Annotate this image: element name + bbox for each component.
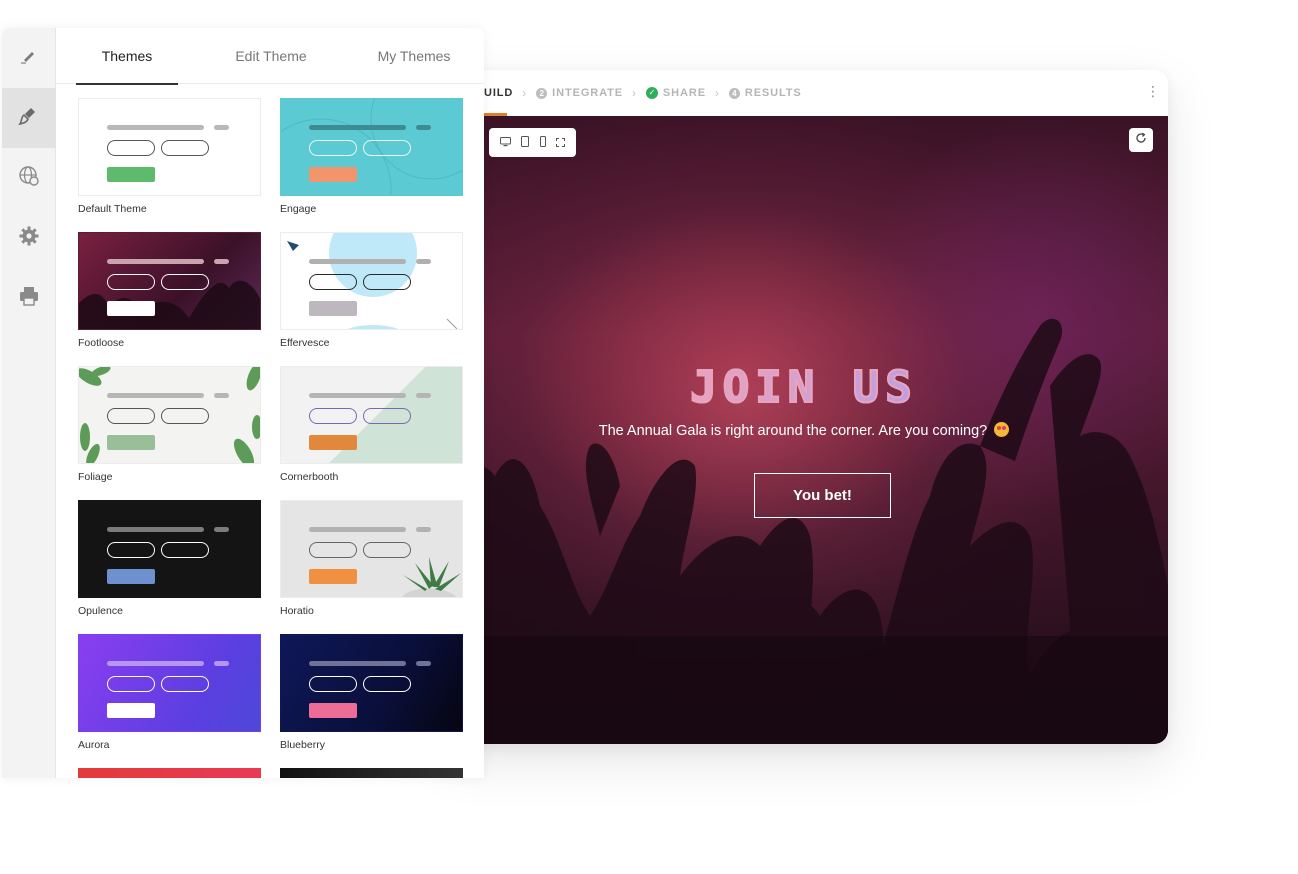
fullscreen-icon[interactable] bbox=[555, 134, 565, 152]
desktop-icon[interactable] bbox=[500, 134, 512, 152]
theme-card-blueberry[interactable]: Blueberry bbox=[280, 634, 463, 760]
printer-icon bbox=[18, 285, 40, 312]
subtitle: The Annual Gala is right around the corn… bbox=[440, 422, 1168, 439]
step-results-label: RESULTS bbox=[744, 87, 802, 99]
icon-rail bbox=[2, 28, 56, 778]
theme-card-cornerbooth[interactable]: Cornerbooth bbox=[280, 366, 463, 492]
theme-thumbnail bbox=[78, 500, 261, 598]
more-vertical-icon[interactable]: ⋮ bbox=[1146, 84, 1160, 98]
chevron-right-icon: › bbox=[632, 86, 637, 100]
tablet-icon[interactable] bbox=[521, 134, 530, 152]
theme-card-foliage[interactable]: Foliage bbox=[78, 366, 261, 492]
theme-name: Default Theme bbox=[78, 203, 147, 215]
themes-panel: Themes Edit Theme My Themes Default Them… bbox=[56, 28, 484, 778]
theme-name: Effervesce bbox=[280, 337, 330, 349]
paint-brush-icon bbox=[18, 105, 40, 132]
theme-card-default[interactable]: Default Theme bbox=[78, 98, 261, 224]
theme-thumbnail bbox=[280, 232, 463, 330]
theme-thumbnail bbox=[78, 98, 261, 196]
refresh-icon bbox=[1135, 131, 1147, 149]
theme-name: Footloose bbox=[78, 337, 125, 349]
theme-card-partial[interactable] bbox=[78, 768, 261, 778]
theme-thumbnail bbox=[280, 98, 463, 196]
rail-item-integrate[interactable] bbox=[2, 148, 56, 208]
rail-item-settings[interactable] bbox=[2, 208, 56, 268]
rail-item-themes[interactable] bbox=[2, 88, 56, 148]
step-integrate[interactable]: 2 INTEGRATE bbox=[536, 87, 623, 99]
theme-name: Aurora bbox=[78, 739, 110, 751]
mobile-icon[interactable] bbox=[539, 134, 546, 152]
theme-card-effervesce[interactable]: Effervesce bbox=[280, 232, 463, 358]
theme-name: Blueberry bbox=[280, 739, 325, 751]
theme-card-opulence[interactable]: Opulence bbox=[78, 500, 261, 626]
theme-sidebar: Themes Edit Theme My Themes Default Them… bbox=[2, 28, 484, 778]
rail-item-print[interactable] bbox=[2, 268, 56, 328]
pen-icon bbox=[19, 46, 39, 71]
theme-name: Cornerbooth bbox=[280, 471, 339, 483]
stepper-bar: UILD › 2 INTEGRATE › ✓ SHARE › 4 RESULTS bbox=[440, 70, 1168, 116]
theme-card-aurora[interactable]: Aurora bbox=[78, 634, 261, 760]
theme-name: Engage bbox=[280, 203, 317, 215]
check-circle-icon: ✓ bbox=[645, 87, 658, 99]
theme-card-horatio[interactable]: Horatio bbox=[280, 500, 463, 626]
theme-card-footloose[interactable]: Footloose bbox=[78, 232, 261, 358]
chevron-right-icon: › bbox=[714, 86, 720, 100]
theme-name: Horatio bbox=[280, 605, 314, 617]
heart-eyes-emoji-icon bbox=[994, 422, 1010, 437]
step-results[interactable]: 4 RESULTS bbox=[728, 87, 802, 99]
theme-card-engage[interactable]: Engage bbox=[280, 98, 463, 224]
theme-thumbnail bbox=[280, 500, 463, 598]
preview-window: UILD › 2 INTEGRATE › ✓ SHARE › 4 RESULTS… bbox=[440, 70, 1168, 744]
chevron-right-icon: › bbox=[522, 86, 528, 100]
step-build-label: UILD bbox=[484, 87, 514, 99]
cta-button[interactable]: You bet! bbox=[754, 473, 891, 518]
theme-thumbnail bbox=[78, 232, 261, 330]
gear-icon bbox=[18, 225, 40, 252]
device-toolbar bbox=[489, 128, 576, 157]
theme-thumbnail bbox=[78, 634, 261, 732]
step-number-badge: 4 bbox=[728, 87, 740, 99]
theme-card-partial[interactable] bbox=[280, 768, 463, 778]
tab-edit-theme[interactable]: Edit Theme bbox=[221, 28, 321, 84]
step-share[interactable]: ✓ SHARE bbox=[645, 87, 706, 99]
globe-icon bbox=[18, 165, 40, 192]
step-build[interactable]: UILD bbox=[477, 70, 514, 116]
tab-bar: Themes Edit Theme My Themes bbox=[56, 28, 484, 85]
refresh-button[interactable] bbox=[1129, 128, 1153, 152]
tab-themes[interactable]: Themes bbox=[76, 28, 178, 85]
tab-my-themes[interactable]: My Themes bbox=[364, 28, 464, 84]
headline: JOIN US bbox=[440, 361, 1168, 414]
theme-name: Opulence bbox=[78, 605, 123, 617]
theme-thumbnail bbox=[280, 634, 463, 732]
step-share-label: SHARE bbox=[662, 87, 706, 99]
subtitle-text: The Annual Gala is right around the corn… bbox=[598, 423, 988, 439]
preview-canvas: JOIN US The Annual Gala is right around … bbox=[440, 116, 1168, 744]
step-integrate-label: INTEGRATE bbox=[552, 87, 624, 99]
theme-name: Foliage bbox=[78, 471, 113, 483]
step-number-badge: 2 bbox=[536, 87, 548, 99]
theme-thumbnail bbox=[78, 366, 261, 464]
theme-thumbnail bbox=[280, 366, 463, 464]
rail-item-build[interactable] bbox=[2, 28, 56, 88]
